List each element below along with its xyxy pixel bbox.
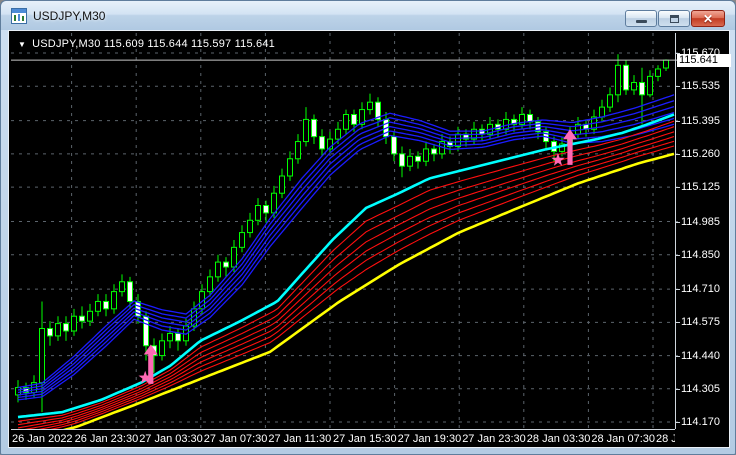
candle-body (399, 153, 405, 167)
candle-body (263, 205, 269, 214)
candle-body (255, 205, 261, 221)
time-label: 28 Jan 03:30 (526, 433, 591, 445)
time-label: 27 Jan 07:30 (203, 433, 268, 445)
price-label: 115.535 (676, 80, 720, 93)
candle-body (111, 291, 117, 310)
chart-window-icon (11, 7, 27, 24)
candle-body (127, 281, 133, 302)
time-label: 27 Jan 19:30 (397, 433, 462, 445)
candle-body (431, 148, 437, 155)
candle-body (55, 323, 61, 337)
candle-body (47, 328, 53, 337)
candle-body (175, 332, 181, 342)
price-label: 114.985 (676, 215, 720, 228)
candle-body (63, 323, 69, 332)
candle-body (103, 300, 109, 310)
candle-body (351, 114, 357, 125)
maximize-icon (669, 14, 679, 23)
price-label: 114.440 (676, 349, 720, 362)
window-title: USDJPY,M30 (33, 8, 106, 23)
window-controls: ✕ (624, 10, 725, 27)
candle-body (343, 114, 349, 130)
blue-ma-line (17, 123, 675, 401)
price-label: 114.305 (676, 382, 720, 395)
red-ma-line (50, 145, 675, 429)
chart-header: ▼ USDJPY,M30 115.609 115.644 115.597 115… (18, 38, 275, 50)
candle-body (159, 340, 165, 357)
candle-body (311, 118, 317, 138)
candle-body (295, 141, 301, 160)
candle-body (655, 68, 661, 77)
time-label: 27 Jan 11:30 (268, 433, 332, 445)
candle-body (663, 59, 669, 69)
blue-ma-line (17, 111, 675, 396)
plot-area[interactable] (11, 33, 679, 429)
candle-body (423, 148, 429, 162)
chevron-down-icon[interactable]: ▼ (18, 40, 26, 49)
candle-body (599, 106, 605, 118)
price-label: 115.260 (676, 147, 720, 160)
price-label: 114.850 (676, 248, 720, 261)
candle-body (391, 136, 397, 155)
time-label: 28 Jan 07:30 (591, 433, 656, 445)
candle-body (231, 246, 237, 268)
candle-body (239, 232, 245, 248)
candle-body (615, 64, 621, 96)
candle-body (335, 128, 341, 140)
time-label: 27 Jan 15:30 (333, 433, 397, 445)
time-label: 27 Jan 23:30 (462, 433, 526, 445)
candle-body (303, 118, 309, 143)
candle-body (15, 387, 21, 396)
candle-body (415, 155, 421, 162)
time-label: 26 Jan 2022 (12, 433, 73, 445)
candle-body (287, 158, 293, 177)
chart-ohlc-text: USDJPY,M30 115.609 115.644 115.597 115.6… (32, 38, 275, 50)
maximize-button[interactable] (658, 10, 690, 27)
candle-body (647, 75, 653, 96)
minimize-icon (635, 20, 647, 23)
candle-body (167, 332, 173, 342)
time-label: 27 Jan 03:30 (139, 433, 203, 445)
candle-body (639, 82, 645, 96)
candle-body (607, 94, 613, 108)
titlebar[interactable]: USDJPY,M30 ✕ (1, 1, 735, 30)
price-label: 114.575 (676, 316, 720, 329)
candle-body (215, 261, 221, 278)
candle-body (95, 300, 101, 312)
candle-body (223, 261, 229, 268)
candle-body (319, 136, 325, 150)
cyan-ma-line (17, 113, 675, 419)
candle-body (407, 155, 413, 167)
close-button[interactable]: ✕ (691, 10, 725, 27)
candle-body (79, 315, 85, 322)
close-icon: ✕ (702, 11, 714, 26)
price-label: 115.125 (676, 181, 720, 194)
time-label: 28 Jan 11:30 (656, 433, 675, 445)
candle-body (271, 192, 277, 214)
candle-body (71, 315, 77, 332)
candle-body (279, 175, 285, 194)
candle-body (39, 328, 45, 384)
time-axis[interactable]: 26 Jan 2022 26 Jan 23:30 27 Jan 03:30 27 Ja… (11, 429, 675, 448)
time-label: 26 Jan 23:30 (74, 433, 139, 445)
candle-body (631, 82, 637, 91)
minimize-button[interactable] (625, 10, 657, 27)
price-label: 114.170 (676, 416, 720, 428)
chart-window: USDJPY,M30 ✕ ▼ USDJPY,M30 115.609 115.64… (0, 0, 736, 455)
candle-body (367, 101, 373, 111)
price-label: 114.710 (676, 283, 720, 296)
star-icon (551, 153, 565, 166)
candle-body (119, 281, 125, 293)
current-price-box: 115.641 (677, 54, 731, 68)
candle-body (87, 310, 93, 322)
chart-panel: ▼ USDJPY,M30 115.609 115.644 115.597 115… (8, 30, 731, 448)
candle-body (623, 64, 629, 91)
candle-body (247, 219, 253, 234)
price-axis[interactable]: 115.670 115.535 115.395 115.260 115.125 114.9… (675, 33, 731, 429)
price-label: 115.395 (676, 114, 720, 127)
candle-body (207, 276, 213, 293)
